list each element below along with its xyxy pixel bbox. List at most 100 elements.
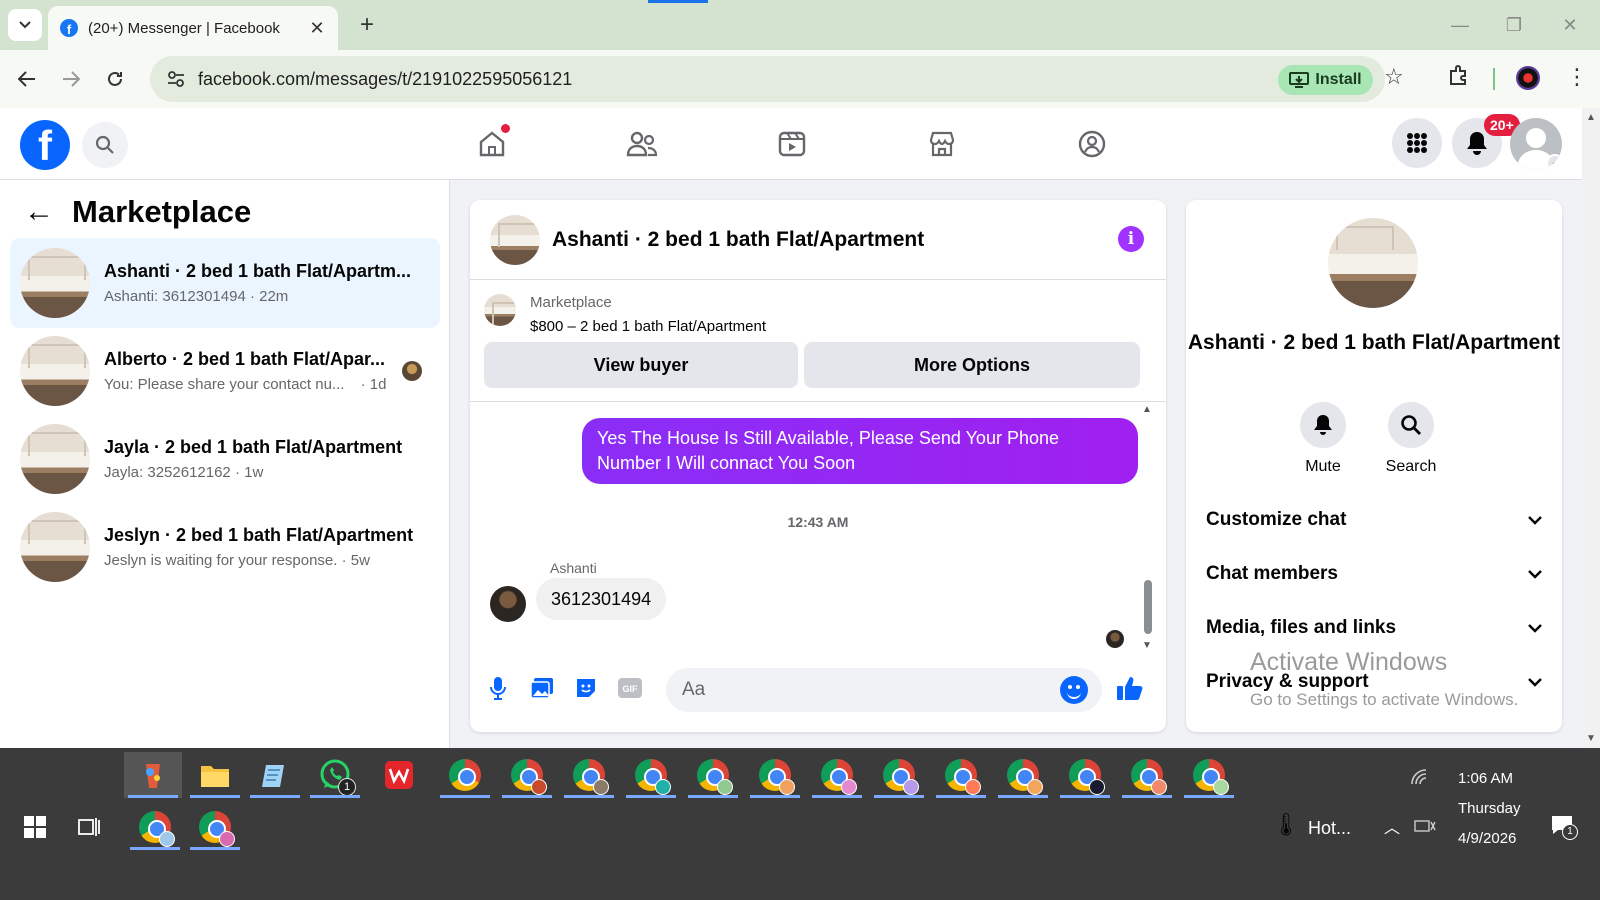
scroll-down-arrow-icon[interactable]: ▼ <box>1586 733 1596 744</box>
clock-day[interactable]: Thursday <box>1458 800 1521 817</box>
network-icon[interactable] <box>1410 768 1430 791</box>
taskbar-chrome-9[interactable] <box>932 752 990 798</box>
menu-grid-button[interactable] <box>1392 118 1442 168</box>
conversation-item-jayla[interactable]: Jayla · 2 bed 1 bath Flat/Apartment Jayl… <box>10 414 440 504</box>
browser-profile-avatar[interactable] <box>1516 66 1540 90</box>
forward-button[interactable] <box>56 64 86 94</box>
photo-attach-icon[interactable] <box>528 674 556 702</box>
scroll-up-arrow-icon[interactable]: ▲ <box>1586 112 1596 123</box>
back-arrow-icon[interactable]: ← <box>24 195 54 229</box>
taskbar-chrome-6[interactable] <box>746 752 804 798</box>
conversation-preview: You: Please share your contact nu... <box>104 376 345 393</box>
active-indicator <box>130 847 180 850</box>
clock-time[interactable]: 1:06 AM <box>1458 770 1513 787</box>
customize-chat-row[interactable]: Customize chat <box>1206 500 1542 540</box>
media-files-links-row[interactable]: Media, files and links <box>1206 608 1542 648</box>
task-view-button[interactable] <box>60 804 118 850</box>
taskbar-chrome-7[interactable] <box>808 752 866 798</box>
chat-scroll-down-icon[interactable]: ▼ <box>1142 640 1152 651</box>
message-composer: GIF Aa <box>470 662 1166 718</box>
taskbar-app-wps[interactable] <box>370 752 428 798</box>
taskbar-chrome-1[interactable] <box>436 752 494 798</box>
site-info-icon[interactable] <box>156 71 196 87</box>
new-tab-button[interactable]: + <box>352 10 382 40</box>
taskbar-chrome-10[interactable] <box>994 752 1052 798</box>
taskbar-chrome-2[interactable] <box>498 752 556 798</box>
outgoing-message[interactable]: Yes The House Is Still Available, Please… <box>582 418 1138 484</box>
restore-button[interactable]: ❐ <box>1494 10 1534 40</box>
facebook-search-button[interactable] <box>82 122 128 168</box>
browser-menu-icon[interactable]: ⋮ <box>1566 64 1588 90</box>
account-avatar[interactable]: ⌄ <box>1510 118 1562 170</box>
browser-tab[interactable]: f (20+) Messenger | Facebook ✕ <box>48 6 338 50</box>
gif-icon[interactable]: GIF <box>616 674 644 702</box>
weather-icon[interactable]: 🌡 <box>1272 812 1300 838</box>
listing-price-title[interactable]: $800 – 2 bed 1 bath Flat/Apartment <box>530 318 766 335</box>
extensions-icon[interactable] <box>1448 64 1470 91</box>
clock-date[interactable]: 4/9/2026 <box>1458 830 1516 847</box>
facebook-logo-icon[interactable]: f <box>20 120 70 170</box>
taskbar-app-notes[interactable] <box>246 752 304 798</box>
bookmark-star-icon[interactable]: ☆ <box>1384 64 1404 90</box>
taskbar-chrome-11[interactable] <box>1056 752 1114 798</box>
taskbar-app-whatsapp[interactable]: 1 <box>306 752 364 798</box>
gaming-nav-button[interactable] <box>1072 124 1112 164</box>
minimize-button[interactable]: — <box>1440 10 1480 40</box>
address-bar[interactable]: facebook.com/messages/t/2191022595056121 <box>150 56 1385 102</box>
listing-thumbnail <box>484 294 516 326</box>
url-text[interactable]: facebook.com/messages/t/2191022595056121 <box>198 69 1385 90</box>
microphone-icon[interactable] <box>484 674 512 702</box>
page-scrollbar[interactable]: ▲ ▼ <box>1582 108 1600 748</box>
reload-button[interactable] <box>100 64 130 94</box>
video-nav-button[interactable] <box>772 124 812 164</box>
emoji-icon[interactable] <box>1060 676 1088 704</box>
taskbar-chrome-3[interactable] <box>560 752 618 798</box>
activate-windows-subtext: Go to Settings to activate Windows. <box>1250 690 1519 709</box>
message-timestamp: 12:43 AM <box>787 514 849 530</box>
taskbar-app-file-explorer[interactable] <box>186 752 244 798</box>
chat-scroll-thumb[interactable] <box>1144 580 1152 634</box>
friends-nav-button[interactable] <box>622 124 662 164</box>
info-icon[interactable]: i <box>1118 226 1144 252</box>
taskbar-chrome-15[interactable] <box>186 804 244 850</box>
show-hidden-icons-chevron-icon[interactable]: ︿ <box>1384 814 1400 838</box>
taskbar-chrome-5[interactable] <box>684 752 742 798</box>
chat-members-row[interactable]: Chat members <box>1206 554 1542 594</box>
info-title: Ashanti · 2 bed 1 bath Flat/Apartment <box>1187 331 1561 354</box>
keyboard-input-icon[interactable] <box>1414 818 1436 839</box>
taskbar-chrome-8[interactable] <box>870 752 928 798</box>
taskbar-chrome-12[interactable] <box>1118 752 1176 798</box>
taskbar-chrome-14[interactable] <box>126 804 184 850</box>
mute-action[interactable]: Mute <box>1288 402 1358 476</box>
conversation-item-ashanti[interactable]: Ashanti · 2 bed 1 bath Flat/Apartm... As… <box>10 238 440 328</box>
message-input[interactable]: Aa <box>666 668 1102 712</box>
sender-name: Ashanti <box>550 560 597 576</box>
sticker-icon[interactable] <box>572 674 600 702</box>
action-center-button[interactable]: 1 <box>1550 814 1578 841</box>
profile-overlay <box>1213 779 1229 795</box>
close-window-button[interactable]: ✕ <box>1550 10 1590 40</box>
tab-close-icon[interactable]: ✕ <box>304 18 330 39</box>
sender-avatar[interactable] <box>490 586 526 622</box>
back-button[interactable] <box>12 64 42 94</box>
like-thumb-icon[interactable] <box>1116 674 1144 702</box>
install-app-button[interactable]: Install <box>1278 65 1373 95</box>
chat-scroll-up-icon[interactable]: ▲ <box>1142 404 1152 415</box>
marketplace-nav-button[interactable] <box>922 124 962 164</box>
search-in-conversation-action[interactable]: Search <box>1376 402 1446 476</box>
chat-title[interactable]: Ashanti · 2 bed 1 bath Flat/Apartment <box>552 228 924 252</box>
incoming-message[interactable]: 3612301494 <box>536 578 667 620</box>
taskbar-app-paint[interactable] <box>124 752 182 798</box>
more-options-button[interactable]: More Options <box>804 342 1140 388</box>
weather-text[interactable]: Hot... <box>1308 818 1351 839</box>
tab-search-button[interactable] <box>8 9 42 41</box>
conversation-item-jeslyn[interactable]: Jeslyn · 2 bed 1 bath Flat/Apartment Jes… <box>10 502 440 592</box>
view-buyer-button[interactable]: View buyer <box>484 342 798 388</box>
taskbar-chrome-4[interactable] <box>622 752 680 798</box>
home-nav-button[interactable] <box>472 124 512 164</box>
taskbar-chrome-13[interactable] <box>1180 752 1238 798</box>
chat-scrollbar[interactable]: ▲ ▼ <box>1142 404 1152 651</box>
chat-listing-thumbnail[interactable] <box>490 214 540 265</box>
conversation-item-alberto[interactable]: Alberto · 2 bed 1 bath Flat/Apar... You:… <box>10 326 440 416</box>
start-button[interactable] <box>6 804 64 850</box>
